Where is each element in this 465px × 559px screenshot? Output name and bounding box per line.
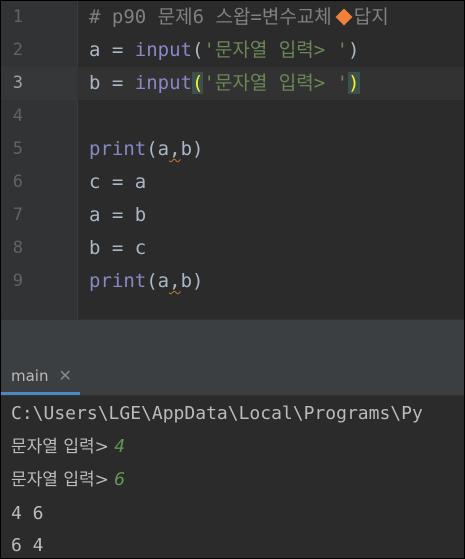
line-number: 9 xyxy=(12,271,23,291)
argument: a xyxy=(157,138,170,160)
gutter-divider xyxy=(77,1,78,319)
paren: ( xyxy=(191,39,204,61)
argument: b xyxy=(180,270,193,292)
pep8-warning-comma: , xyxy=(169,270,181,292)
code-line-7[interactable]: a = b xyxy=(89,199,146,232)
console-output-line: 6 4 xyxy=(11,535,44,556)
line-number: 4 xyxy=(12,106,23,126)
close-icon[interactable]: ✕ xyxy=(58,366,71,385)
console-prompt: 문자열 입력> xyxy=(11,470,115,490)
code-line-5[interactable]: print(a,b) xyxy=(89,133,203,166)
console-user-input: 6 xyxy=(114,469,126,490)
todo-text: 답지 xyxy=(353,6,389,28)
code-line-3[interactable]: b = input('문자열 입력> ') xyxy=(89,67,360,100)
console-prompt: 문자열 입력> xyxy=(11,437,115,457)
code-line-8[interactable]: b = c xyxy=(89,232,146,265)
paren: ) xyxy=(348,39,360,61)
code-line-6[interactable]: c = a xyxy=(89,166,146,199)
operator: = xyxy=(100,72,135,94)
code-line-1[interactable]: # p90 문제6 스왑=변수교체 답지 xyxy=(89,1,389,34)
function-call: input xyxy=(134,39,192,61)
variable: a xyxy=(89,39,101,61)
console-line: 문자열 입력> 4 xyxy=(11,432,125,462)
diamond-icon xyxy=(335,8,353,26)
comment: # p90 문제6 스왑=변수교체 xyxy=(89,6,332,28)
run-tab-bar: main ✕ xyxy=(1,359,464,396)
operator: = xyxy=(100,39,135,61)
line-number: 8 xyxy=(12,238,23,258)
paren: ( xyxy=(146,138,158,160)
paren: ( xyxy=(146,270,158,292)
console-user-input: 4 xyxy=(114,436,126,457)
console-command-line: C:\Users\LGE\AppData\Local\Programs\Py xyxy=(11,403,423,424)
line-number: 1 xyxy=(12,7,23,27)
string-literal: '문자열 입력> ' xyxy=(203,39,349,61)
console-line: 문자열 입력> 6 xyxy=(11,465,125,495)
line-number: 7 xyxy=(12,205,23,225)
function-call: print xyxy=(89,270,147,292)
paren: ) xyxy=(192,270,204,292)
run-tab-label: main xyxy=(11,366,49,385)
variable: b xyxy=(89,72,101,94)
argument: a xyxy=(157,270,170,292)
code-line-9[interactable]: print(a,b) xyxy=(89,265,203,298)
function-call: print xyxy=(89,138,147,160)
line-number: 5 xyxy=(12,139,23,159)
paren: ) xyxy=(192,138,204,160)
pep8-warning-comma: , xyxy=(169,138,181,160)
run-tab-main[interactable]: main ✕ xyxy=(1,359,80,395)
line-number: 2 xyxy=(12,40,23,60)
console-output-line: 4 6 xyxy=(11,503,44,524)
run-console-panel: main ✕ C:\Users\LGE\AppData\Local\Progra… xyxy=(1,359,464,558)
code-editor[interactable]: 1 2 3 4 5 6 7 8 9 # p90 문제6 스왑=변수교체 답지 a … xyxy=(1,1,464,319)
line-number-current: 3 xyxy=(12,73,23,93)
panel-splitter[interactable] xyxy=(1,319,464,360)
function-call: input xyxy=(134,72,192,94)
string-literal: '문자열 입력> ' xyxy=(203,72,349,94)
line-number: 6 xyxy=(12,172,23,192)
matched-paren: ) xyxy=(348,72,360,94)
code-line-2[interactable]: a = input('문자열 입력> ') xyxy=(89,34,360,67)
ide-window: 1 2 3 4 5 6 7 8 9 # p90 문제6 스왑=변수교체 답지 a … xyxy=(0,0,465,559)
argument: b xyxy=(180,138,193,160)
matched-paren: ( xyxy=(191,72,204,94)
